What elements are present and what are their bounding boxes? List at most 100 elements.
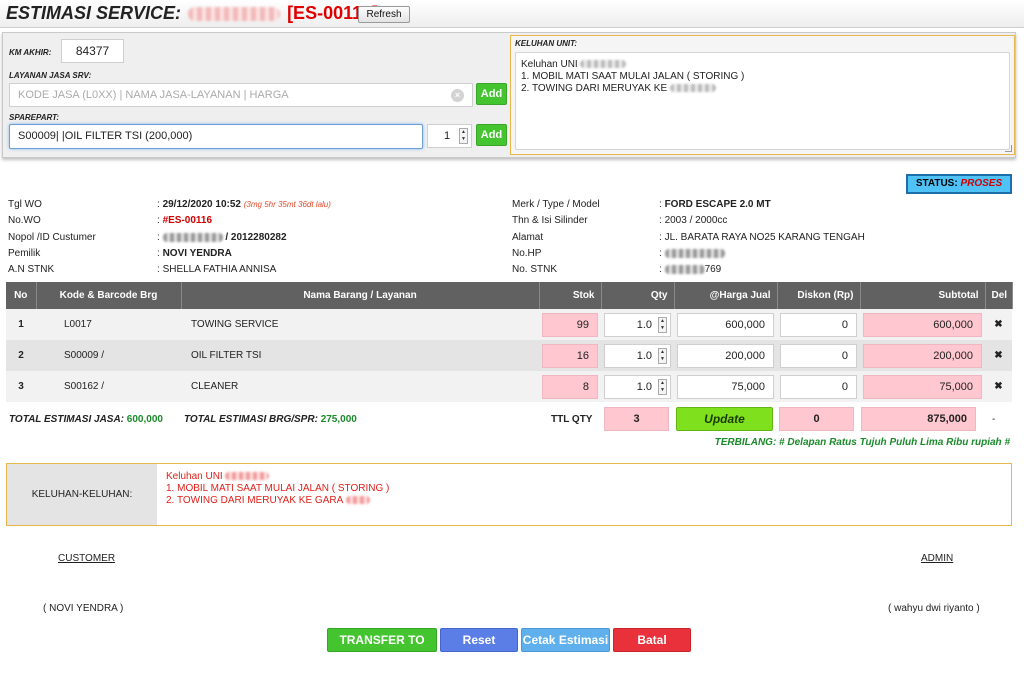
keluhan-summary-line-1: Keluhan UNI: [166, 471, 223, 482]
sep: :: [659, 264, 662, 275]
total-jasa-label: TOTAL ESTIMASI JASA:: [9, 414, 125, 425]
page-title: ESTIMASI SERVICE: [ES-00116]: [6, 3, 378, 24]
pemilik-label: Pemilik: [8, 248, 41, 259]
keluhan-summary-line-3: 2. TOWING DARI MERUYAK KE GARA: [166, 495, 343, 506]
no-wo-label: No.WO: [8, 215, 41, 226]
spin-arrows-icon[interactable]: ▲ ▼: [459, 128, 468, 144]
layanan-input[interactable]: KODE JASA (L0XX) | NAMA JASA-LAYANAN | H…: [9, 83, 473, 107]
redacted-text: [669, 84, 716, 93]
no-wo-row: : #ES-00116: [157, 215, 212, 226]
diskon-input[interactable]: 0: [780, 312, 857, 337]
harga-input[interactable]: 75,000: [677, 374, 774, 399]
delete-icon[interactable]: ✖: [985, 340, 1012, 371]
cell-no: 2: [6, 340, 36, 371]
status-label: STATUS:: [915, 178, 958, 189]
redacted-stnk: [664, 264, 705, 274]
table-header-row: No Kode & Barcode Brg Nama Barang / Laya…: [6, 282, 1013, 309]
add-sparepart-button[interactable]: Add: [476, 124, 507, 146]
col-header-nama: Nama Barang / Layanan: [181, 282, 540, 309]
ttl-qty-label: TTL QTY: [551, 414, 593, 425]
update-button[interactable]: Update: [676, 407, 773, 431]
redacted-text: [345, 496, 370, 505]
total-jasa: TOTAL ESTIMASI JASA: 600,000: [9, 414, 163, 425]
qty-stepper[interactable]: 1.0 ▲ ▼: [604, 343, 671, 368]
diskon-input[interactable]: 0: [780, 374, 857, 399]
stok-field: 8: [542, 374, 598, 399]
merk-label: Merk / Type / Model: [512, 199, 600, 210]
keluhan-line-3: 2. TOWING DARI MERUYAK KE: [521, 83, 668, 94]
sep: :: [157, 232, 160, 243]
qty-value: 1.0: [636, 318, 652, 331]
sparepart-qty-stepper[interactable]: 1 ▲ ▼: [427, 124, 472, 148]
status-value: PROSES: [960, 178, 1003, 189]
cell-kode: S00009 /: [36, 340, 181, 371]
sep: :: [659, 215, 662, 226]
transfer-to-wo-button[interactable]: TRANSFER TO WO: [327, 628, 437, 669]
diskon-total: 0: [779, 407, 854, 431]
col-header-kode: Kode & Barcode Brg: [36, 282, 182, 309]
keluhan-summary-line-2: 1. MOBIL MATI SAAT MULAI JALAN ( STORING…: [166, 483, 390, 494]
cetak-estimasi-button[interactable]: Cetak Estimasi: [521, 628, 610, 652]
delete-icon[interactable]: ✖: [985, 371, 1012, 402]
subtotal-field: 600,000: [863, 312, 982, 337]
cell-nama: OIL FILTER TSI: [181, 340, 539, 371]
customer-name: ( NOVI YENDRA ): [43, 603, 124, 614]
col-header-diskon: Diskon (Rp): [777, 282, 861, 309]
keluhan-textarea[interactable]: Keluhan UNI 1. MOBIL MATI SAAT MULAI JAL…: [515, 52, 1010, 150]
col-header-no: No: [6, 282, 37, 309]
add-layanan-button[interactable]: Add: [476, 83, 507, 105]
keluhan-summary-box: KELUHAN-KELUHAN: Keluhan UNI 1. MOBIL MA…: [6, 463, 1012, 526]
status-badge: STATUS: PROSES: [906, 174, 1012, 194]
redacted-plate: [162, 232, 223, 242]
spin-arrows-icon[interactable]: ▲ ▼: [658, 378, 667, 395]
delete-icon[interactable]: ✖: [985, 309, 1012, 340]
nostnk-label: No. STNK: [512, 264, 558, 275]
reset-button[interactable]: Reset: [440, 628, 518, 652]
sparepart-qty: 1: [444, 130, 451, 142]
col-header-subtotal: Subtotal: [860, 282, 986, 309]
nopol-value: / 2012280282: [225, 232, 287, 243]
terbilang-text: TERBILANG: # Delapan Ratus Tujuh Puluh L…: [714, 437, 1010, 448]
admin-label: ADMIN: [921, 553, 954, 564]
sep: :: [157, 199, 160, 210]
batal-button[interactable]: Batal: [613, 628, 691, 652]
resize-grip-icon[interactable]: [1005, 145, 1012, 152]
keluhan-summary-label: KELUHAN-KELUHAN:: [7, 464, 157, 525]
col-header-stok: Stok: [539, 282, 602, 309]
refresh-button[interactable]: Refresh: [358, 6, 410, 23]
cell-kode: L0017: [36, 309, 181, 340]
an-stnk-label: A.N STNK: [8, 264, 55, 275]
redacted-text: [225, 472, 270, 481]
sep: :: [157, 264, 160, 275]
customer-label: CUSTOMER: [58, 553, 116, 564]
no-wo-value: #ES-00116: [162, 215, 213, 226]
sep: :: [157, 215, 160, 226]
col-header-del: Del: [985, 282, 1013, 309]
redacted-plate: [188, 7, 281, 22]
total-brg-label: TOTAL ESTIMASI BRG/SPR:: [184, 414, 318, 425]
layanan-label: LAYANAN JASA SRV:: [9, 71, 92, 80]
qty-stepper[interactable]: 1.0 ▲ ▼: [604, 312, 671, 337]
stok-field: 99: [542, 312, 598, 337]
qty-stepper[interactable]: 1.0 ▲ ▼: [604, 374, 671, 399]
harga-input[interactable]: 200,000: [677, 343, 774, 368]
sparepart-input[interactable]: S00009| |OIL FILTER TSI (200,000): [9, 124, 423, 149]
spin-arrows-icon[interactable]: ▲ ▼: [658, 347, 667, 364]
nostnk-value: 769: [704, 264, 722, 275]
total-brg: TOTAL ESTIMASI BRG/SPR: 275,000: [184, 414, 357, 425]
alamat-row: : JL. BARATA RAYA NO25 KARANG TENGAH: [659, 232, 865, 243]
harga-input[interactable]: 600,000: [677, 312, 774, 337]
diskon-input[interactable]: 0: [780, 343, 857, 368]
keluhan-unit-label: KELUHAN UNIT:: [515, 39, 578, 48]
grand-total: 875,000: [861, 407, 976, 431]
thn-label: Thn & Isi Silinder: [512, 215, 588, 226]
nohp-row: :: [659, 248, 725, 259]
keluhan-line-2: 1. MOBIL MATI SAAT MULAI JALAN ( STORING…: [521, 71, 745, 82]
cell-no: 1: [6, 309, 36, 340]
km-input[interactable]: 84377: [61, 39, 124, 63]
clear-icon[interactable]: ×: [451, 89, 464, 102]
total-brg-value: 275,000: [320, 414, 357, 425]
spin-arrows-icon[interactable]: ▲ ▼: [658, 316, 667, 333]
sep: :: [659, 248, 662, 259]
cell-nama: CLEANER: [181, 371, 539, 402]
